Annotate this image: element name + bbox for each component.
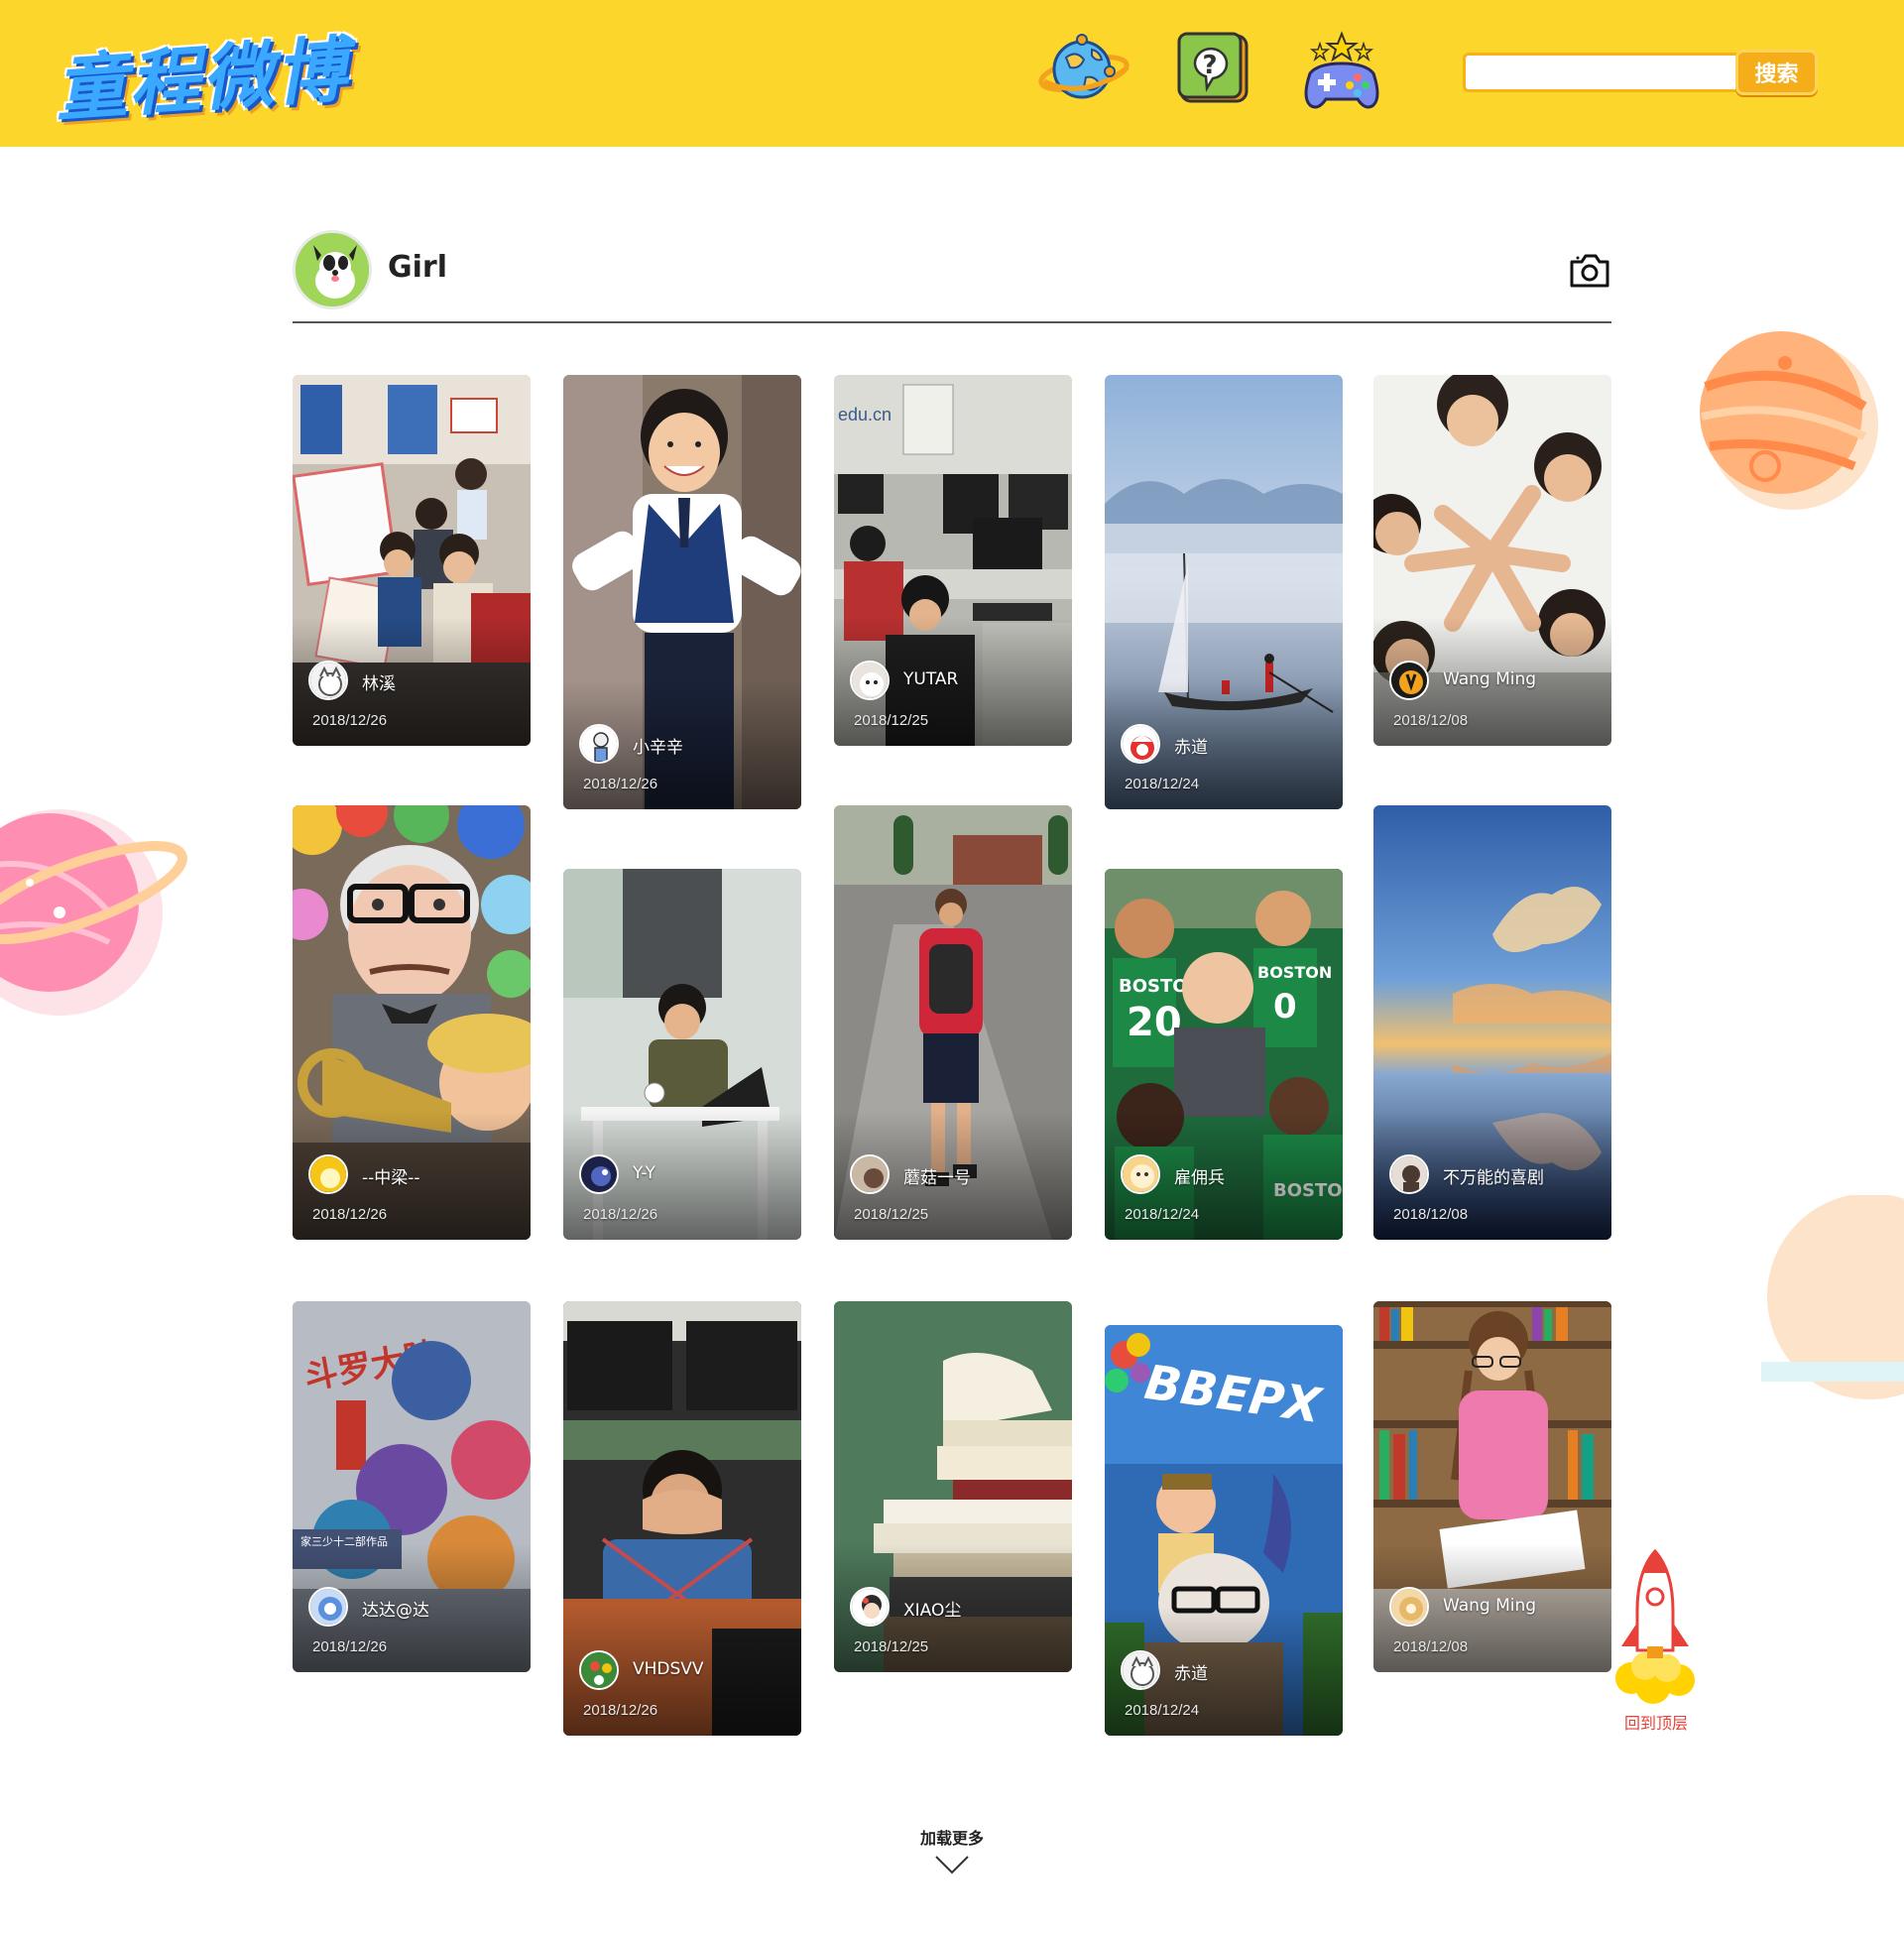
user-name[interactable]: --中梁-- [362,1163,420,1188]
user-avatar[interactable] [1389,1587,1429,1627]
search-button[interactable]: 搜索 [1735,50,1818,95]
rocket-icon [1615,1548,1695,1704]
user-name[interactable]: Wang Ming [1443,1596,1536,1616]
load-more-button[interactable]: 加载更多 [902,1825,1002,1884]
user-name[interactable]: 蘑菇一号 [903,1163,971,1188]
post-card[interactable]: 赤道 2018/12/24 [1105,375,1343,809]
post-card[interactable]: 不万能的喜剧 2018/12/08 [1373,805,1611,1240]
pink-planet-decoration [0,809,187,1016]
load-more-label: 加载更多 [919,1829,984,1848]
user-name[interactable]: 赤道 [1174,1659,1208,1684]
orange-planet-decoration [1700,331,1878,510]
post-date: 2018/12/26 [583,1206,658,1223]
page: 童程微博 ? 搜索 Girl 林溪 2018/12/26 小辛辛 2018/12… [0,0,1904,1934]
post-date: 2018/12/24 [1125,1702,1200,1719]
svg-text:edu.cn: edu.cn [838,405,892,424]
post-card[interactable]: 斗罗大陆 家三少十二部作品 达达@达 2018/12/26 [293,1301,531,1672]
post-date: 2018/12/26 [583,776,658,792]
user-avatar[interactable] [1389,661,1429,700]
post-date: 2018/12/08 [1393,712,1469,729]
user-name[interactable]: Wang Ming [1443,669,1536,689]
user-avatar[interactable] [308,1587,348,1627]
user-name[interactable]: Y-Y [633,1163,655,1183]
user-avatar[interactable] [1121,724,1160,764]
user-avatar[interactable] [1121,1650,1160,1690]
post-date: 2018/12/25 [854,1206,929,1223]
svg-text:0: 0 [1273,987,1297,1027]
post-date: 2018/12/08 [1393,1206,1469,1223]
chevron-down-icon [935,1856,969,1874]
user-name[interactable]: XIAO尘 [903,1596,961,1621]
user-avatar[interactable] [579,1154,619,1194]
post-date: 2018/12/25 [854,712,929,729]
back-to-top-button[interactable]: 回到顶层 [1602,1547,1711,1736]
post-card[interactable]: BBEPX 赤道 2018/12/24 [1105,1325,1343,1736]
search-input[interactable] [1463,53,1738,92]
user-avatar[interactable] [850,1154,890,1194]
svg-text:BOSTON: BOSTON [1257,963,1332,982]
user-name[interactable]: 赤道 [1174,733,1208,758]
svg-text:20: 20 [1127,1000,1182,1045]
post-date: 2018/12/26 [312,712,388,729]
peach-planet-decoration [1761,1195,1904,1399]
user-name[interactable]: YUTAR [903,669,958,689]
user-avatar[interactable] [1389,1154,1429,1194]
user-name[interactable]: 雇佣兵 [1174,1163,1225,1188]
post-card[interactable]: VHDSVV 2018/12/26 [563,1301,801,1736]
post-date: 2018/12/24 [1125,776,1200,792]
user-avatar[interactable] [308,1154,348,1194]
post-date: 2018/12/26 [583,1702,658,1719]
user-avatar[interactable] [579,1650,619,1690]
user-name[interactable]: 小辛辛 [633,733,683,758]
post-date: 2018/12/08 [1393,1638,1469,1655]
user-avatar[interactable] [1121,1154,1160,1194]
post-date: 2018/12/24 [1125,1206,1200,1223]
back-to-top-label: 回到顶层 [1623,1714,1688,1733]
user-name[interactable]: 达达@达 [362,1596,429,1621]
profile-name: Girl [388,250,447,285]
avatar[interactable] [293,230,372,309]
question-icon[interactable]: ? [1173,30,1268,113]
top-bar: 童程微博 ? 搜索 [0,0,1904,147]
svg-text:?: ? [1202,51,1217,80]
user-name[interactable]: 林溪 [362,669,396,694]
site-logo[interactable]: 童程微博 [38,14,365,131]
user-avatar[interactable] [850,1587,890,1627]
post-card[interactable]: Y-Y 2018/12/26 [563,869,801,1240]
user-avatar[interactable] [850,661,890,700]
user-name[interactable]: 不万能的喜剧 [1443,1163,1544,1188]
camera-icon[interactable] [1568,250,1611,290]
post-card[interactable]: edu.cn YUTAR 2018/12/25 [834,375,1072,746]
post-card[interactable]: Wang Ming 2018/12/08 [1373,375,1611,746]
post-card[interactable]: XIAO尘 2018/12/25 [834,1301,1072,1672]
logo-text: 童程微博 [52,27,352,131]
profile-header: Girl [293,228,1611,323]
user-avatar[interactable] [308,661,348,700]
post-date: 2018/12/26 [312,1206,388,1223]
post-card[interactable]: 蘑菇一号 2018/12/25 [834,805,1072,1240]
post-date: 2018/12/26 [312,1638,388,1655]
post-card[interactable]: 小辛辛 2018/12/26 [563,375,801,809]
user-avatar[interactable] [579,724,619,764]
globe-icon[interactable] [1036,30,1131,113]
gamepad-icon[interactable] [1294,30,1389,113]
user-name[interactable]: VHDSVV [633,1659,704,1679]
post-card[interactable]: BOSTON 20 BOSTON 0 BOSTON 雇佣兵 2018/12/24 [1105,869,1343,1240]
post-date: 2018/12/25 [854,1638,929,1655]
post-card[interactable]: --中梁-- 2018/12/26 [293,805,531,1240]
post-card[interactable]: Wang Ming 2018/12/08 [1373,1301,1611,1672]
search-bar: 搜索 [1463,50,1818,95]
post-card[interactable]: 林溪 2018/12/26 [293,375,531,746]
